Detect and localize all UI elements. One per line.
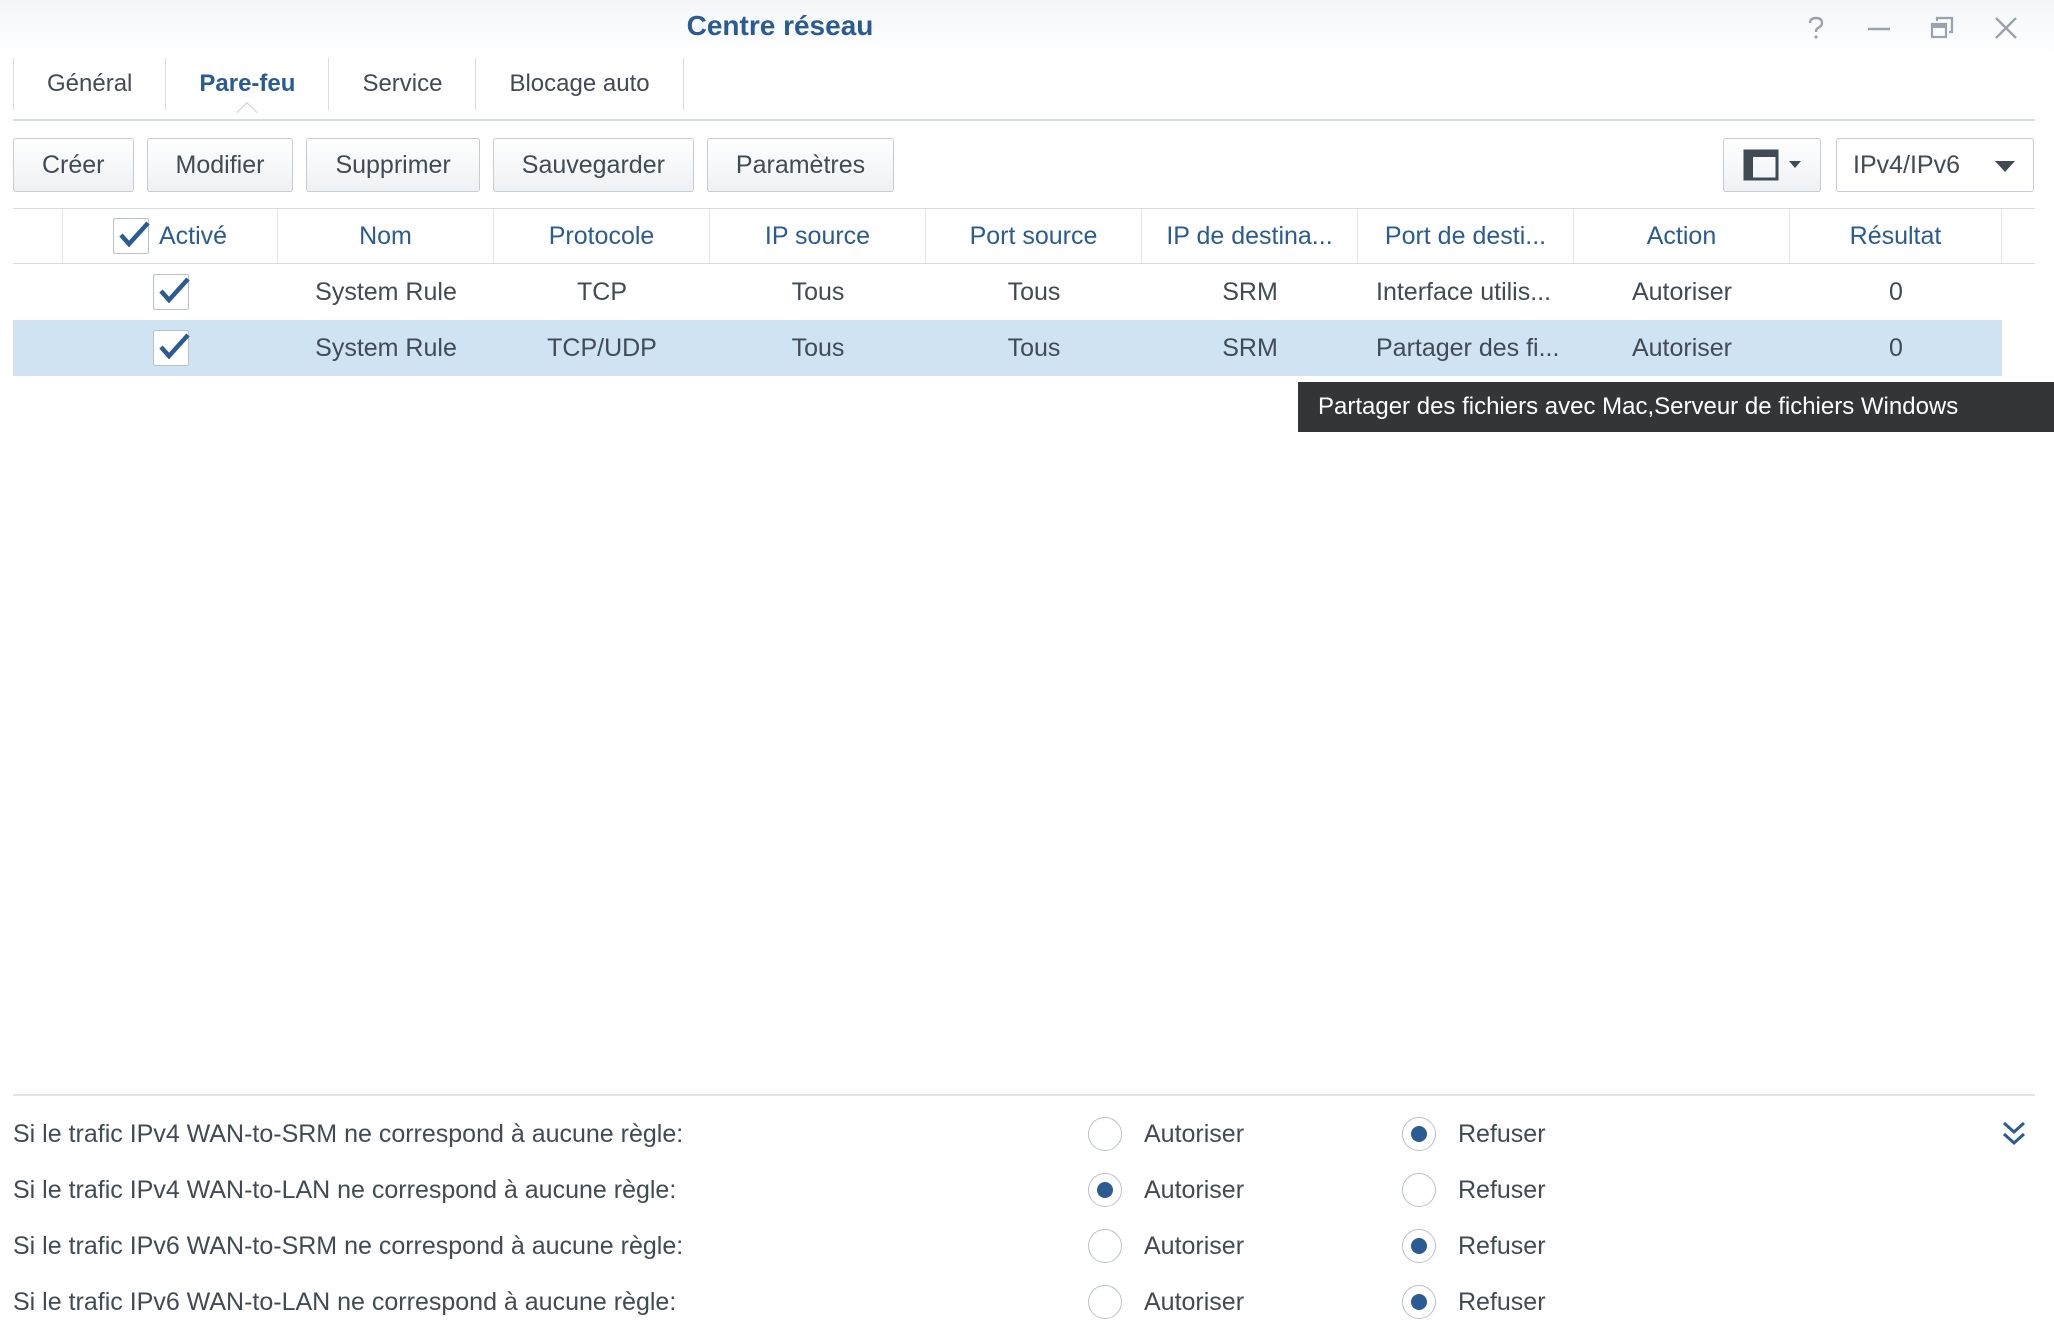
policy-label: Si le trafic IPv4 WAN-to-SRM ne correspo… <box>13 1119 684 1148</box>
toolbar: Créer Modifier Supprimer Sauvegarder Par… <box>13 138 895 192</box>
deny-radio[interactable] <box>1402 1173 1436 1207</box>
window-title: Centre réseau <box>686 10 874 41</box>
header-source-port[interactable]: Port source <box>926 209 1142 263</box>
header-enabled-label: Activé <box>158 221 228 250</box>
header-protocol[interactable]: Protocole <box>494 209 710 263</box>
close-icon[interactable] <box>1988 10 2024 46</box>
allow-radio[interactable] <box>1088 1173 1122 1207</box>
rule-protocol: TCP <box>577 277 627 306</box>
rule-protocol: TCP/UDP <box>547 333 657 362</box>
header-destination-ip[interactable]: IP de destina... <box>1142 209 1358 263</box>
tab-firewall[interactable]: Pare-feu <box>166 58 330 110</box>
row-spacer <box>13 320 63 376</box>
deny-option[interactable]: Refuser <box>1402 1229 1716 1263</box>
deny-radio[interactable] <box>1402 1229 1436 1263</box>
create-button[interactable]: Créer <box>13 138 134 192</box>
title-bar: Centre réseau <box>0 0 2054 56</box>
settings-button[interactable]: Paramètres <box>706 138 895 192</box>
modify-button[interactable]: Modifier <box>146 138 294 192</box>
table-row[interactable]: System Rule TCP/UDP Tous Tous SRM Partag… <box>13 320 2002 376</box>
deny-option[interactable]: Refuser <box>1402 1173 1716 1207</box>
deny-option[interactable]: Refuser <box>1402 1285 1716 1319</box>
tab-service[interactable]: Service <box>329 58 477 110</box>
restore-icon[interactable] <box>1924 10 1960 46</box>
rule-name: System Rule <box>315 333 457 362</box>
rule-action: Autoriser <box>1631 333 1733 362</box>
policy-row-ipv4-wan-to-lan: Si le trafic IPv4 WAN-to-LAN ne correspo… <box>13 1162 2043 1218</box>
policy-label: Si le trafic IPv6 WAN-to-SRM ne correspo… <box>13 1231 684 1260</box>
allow-radio[interactable] <box>1088 1117 1122 1151</box>
rule-enabled-checkbox[interactable] <box>152 274 190 310</box>
rule-name: System Rule <box>315 277 457 306</box>
rule-result: 0 <box>1889 277 1903 306</box>
header-action[interactable]: Action <box>1574 209 1790 263</box>
row-enabled-cell <box>63 320 278 376</box>
tabs-divider <box>13 119 2035 121</box>
deny-radio[interactable] <box>1402 1285 1436 1319</box>
firewall-rules-table: Activé Nom Protocole IP source Port sour… <box>13 208 2035 376</box>
tab-auto-block[interactable]: Blocage auto <box>476 58 684 110</box>
save-button[interactable]: Sauvegarder <box>492 138 694 192</box>
help-icon[interactable] <box>1798 10 1834 46</box>
rule-destination-ip: SRM <box>1222 277 1278 306</box>
allow-option[interactable]: Autoriser <box>1088 1229 1402 1263</box>
tooltip: Partager des fichiers avec Mac,Serveur d… <box>1298 382 2054 432</box>
header-enabled[interactable]: Activé <box>63 209 278 263</box>
row-enabled-cell <box>63 264 278 320</box>
policy-label: Si le trafic IPv6 WAN-to-LAN ne correspo… <box>13 1287 677 1316</box>
header-source-ip[interactable]: IP source <box>710 209 926 263</box>
rule-action: Autoriser <box>1631 277 1733 306</box>
rule-source-ip: Tous <box>791 333 845 362</box>
allow-label: Autoriser <box>1144 1287 1245 1316</box>
allow-option[interactable]: Autoriser <box>1088 1173 1402 1207</box>
tab-bar: Général Pare-feu Service Blocage auto <box>13 58 684 120</box>
policy-label: Si le trafic IPv4 WAN-to-LAN ne correspo… <box>13 1175 677 1204</box>
allow-radio[interactable] <box>1088 1285 1122 1319</box>
delete-button[interactable]: Supprimer <box>306 138 480 192</box>
dropdown-arrow-icon <box>1995 161 2015 172</box>
ip-version-select[interactable]: IPv4/IPv6 <box>1836 138 2034 192</box>
table-row[interactable]: System Rule TCP Tous Tous SRM Interface … <box>13 264 2002 320</box>
chevron-down-icon <box>1789 161 1801 168</box>
rule-destination-ip: SRM <box>1222 333 1278 362</box>
allow-radio[interactable] <box>1088 1229 1122 1263</box>
deny-label: Refuser <box>1458 1287 1546 1316</box>
table-header: Activé Nom Protocole IP source Port sour… <box>13 208 2035 264</box>
rule-source-ip: Tous <box>791 277 845 306</box>
allow-option[interactable]: Autoriser <box>1088 1117 1402 1151</box>
minimize-icon[interactable] <box>1861 10 1897 46</box>
allow-label: Autoriser <box>1144 1231 1245 1260</box>
allow-option[interactable]: Autoriser <box>1088 1285 1402 1319</box>
select-all-checkbox[interactable] <box>112 218 150 254</box>
allow-label: Autoriser <box>1144 1119 1245 1148</box>
rule-destination-port: Partager des fi... <box>1376 333 1560 362</box>
tab-general[interactable]: Général <box>13 58 167 110</box>
ip-version-value: IPv4/IPv6 <box>1853 150 1960 179</box>
rule-source-port: Tous <box>1007 333 1061 362</box>
rule-destination-port: Interface utilis... <box>1376 277 1552 306</box>
rule-enabled-checkbox[interactable] <box>152 330 190 366</box>
section-divider <box>13 1094 2035 1096</box>
rule-source-port: Tous <box>1007 277 1061 306</box>
row-spacer <box>13 264 63 320</box>
deny-option[interactable]: Refuser <box>1402 1117 1716 1151</box>
policy-row-ipv6-wan-to-lan: Si le trafic IPv6 WAN-to-LAN ne correspo… <box>13 1274 2043 1330</box>
rule-result: 0 <box>1889 333 1903 362</box>
layout-icon <box>1743 149 1779 181</box>
policy-row-ipv6-wan-to-srm: Si le trafic IPv6 WAN-to-SRM ne correspo… <box>13 1218 2043 1274</box>
header-destination-port[interactable]: Port de desti... <box>1358 209 1574 263</box>
header-result[interactable]: Résultat <box>1790 209 2002 263</box>
header-spacer <box>13 209 63 263</box>
view-toggle-button[interactable] <box>1723 138 1821 192</box>
header-name[interactable]: Nom <box>278 209 494 263</box>
policy-row-ipv4-wan-to-srm: Si le trafic IPv4 WAN-to-SRM ne correspo… <box>13 1106 2043 1162</box>
deny-label: Refuser <box>1458 1175 1546 1204</box>
allow-label: Autoriser <box>1144 1175 1245 1204</box>
deny-label: Refuser <box>1458 1231 1546 1260</box>
deny-label: Refuser <box>1458 1119 1546 1148</box>
deny-radio[interactable] <box>1402 1117 1436 1151</box>
